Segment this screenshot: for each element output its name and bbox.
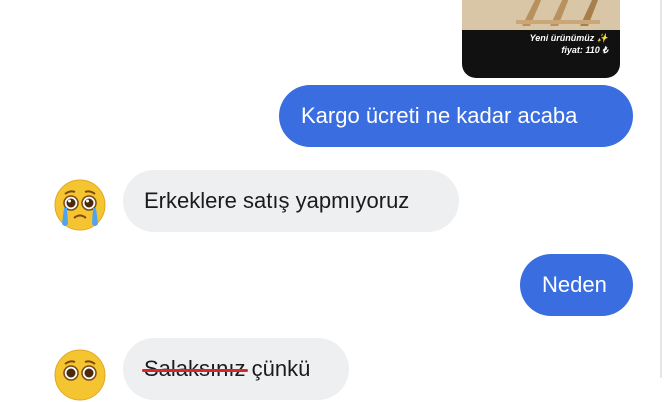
message-text: çünkü	[245, 356, 311, 381]
incoming-message[interactable]: Erkeklere satış yapmıyoruz	[123, 170, 459, 232]
outgoing-message[interactable]: Neden	[520, 254, 633, 316]
message-text: Kargo ücreti ne kadar acaba	[301, 103, 578, 128]
message-text: Erkeklere satış yapmıyoruz	[144, 188, 410, 213]
product-price: fiyat: 110 ₺	[561, 45, 608, 55]
crying-face-emoji	[54, 349, 106, 401]
message-text: Neden	[542, 272, 607, 297]
strikethrough-line	[142, 369, 248, 372]
struck-text: Salaksınız	[142, 338, 248, 400]
product-photo	[462, 0, 620, 30]
scroll-edge	[660, 0, 662, 378]
incoming-message[interactable]: Salaksınız çünkü	[123, 338, 349, 400]
product-image-message[interactable]: Yeni ürünümüz ✨ fiyat: 110 ₺	[462, 0, 620, 78]
sparkle-icon: ✨	[596, 33, 608, 43]
wooden-stand-image	[492, 0, 602, 26]
crying-face-emoji	[54, 179, 106, 231]
outgoing-message[interactable]: Kargo ücreti ne kadar acaba	[279, 85, 633, 147]
caption-line-1: Yeni ürünümüz	[529, 33, 595, 43]
product-caption: Yeni ürünümüz ✨	[468, 33, 608, 44]
